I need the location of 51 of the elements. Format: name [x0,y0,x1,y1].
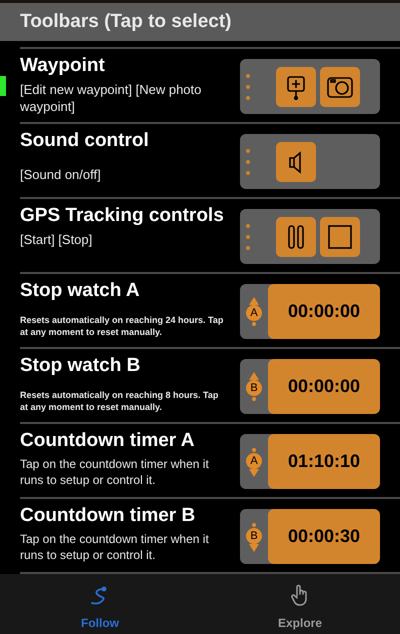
toolbar-row[interactable]: Countdown timer B Tap on the countdown timer when it runs to setup or control it. B 00:00:30 [20,497,400,572]
toolbar-row[interactable]: Countdown timer A Tap on the countdown timer when it runs to setup or control it. A 01:10:10 [20,422,400,497]
triangle-down-icon [249,468,259,476]
timer-display[interactable]: 01:10:10 [268,434,380,489]
toolbar-row[interactable]: Stop watch B Resets automatically on reaching 8 hours. Tap at any moment to reset manually. B 00:00:00 [20,347,400,422]
toolbar-row[interactable]: GPS Tracking controls [Start] [Stop] [20,197,400,272]
toolbar-description: Resets automatically on reaching 24 hours. Tap at any moment to reset manually. [20,314,224,338]
toolbar-button[interactable] [276,66,316,106]
toolbar-title: Stop watch B [20,354,142,378]
countdown-toolbar[interactable]: B 00:00:30 [240,509,380,564]
timer-display[interactable]: 00:00:00 [268,284,380,339]
stopwatch-toolbar[interactable]: A 00:00:00 [240,284,380,339]
toolbar-row[interactable]: Stop watch A Resets automatically on reaching 24 hours. Tap at any moment to reset manually. A 00:00:00 [20,272,400,347]
toolbar-title: Sound control [20,129,150,153]
button-toolbar[interactable] [240,59,380,114]
toolbar-button[interactable] [320,216,360,256]
button-toolbar[interactable] [240,209,380,264]
grip-icon [245,222,251,250]
toolbar-description: Tap on the countdown timer when it runs to setup or control it. [20,456,210,488]
timer-display[interactable]: 00:00:30 [268,509,380,564]
toolbar-title: Countdown timer A [20,429,196,453]
header-title: Toolbars (Tap to select) [20,10,232,34]
triangle-up-icon [249,296,259,304]
dot-icon [251,446,257,452]
toolbar-description: Tap on the countdown timer when it runs to setup or control it. [20,531,210,563]
grip-icon [245,72,251,100]
tab[interactable]: Follow [0,574,200,634]
toolbar-title: Waypoint [20,54,106,78]
toolbar-button[interactable] [320,66,360,106]
timer-display[interactable]: 00:00:00 [268,359,380,414]
dot-icon [251,320,257,326]
toolbar-title: Countdown timer B [20,504,196,528]
toolbar-description: [Edit new waypoint] [New photo waypoint] [20,81,202,115]
toolbar-description: [Sound on/off] [20,166,102,183]
hand-icon [290,584,310,606]
toolbar-description: Resets automatically on reaching 8 hours. Tap at any moment to reset manually. [20,389,220,413]
stopwatch-toolbar[interactable]: B 00:00:00 [240,359,380,414]
toolbar-title: Stop watch A [20,279,141,303]
dot-icon [251,522,257,528]
toolbar-button[interactable] [276,142,316,182]
dot-icon [251,396,257,402]
toolbar-row[interactable]: Sound control [Sound on/off] [20,122,400,197]
grip-icon [245,148,251,176]
countdown-toolbar[interactable]: A 01:10:10 [240,434,380,489]
tab[interactable]: Explore [200,574,400,634]
toolbar-title: GPS Tracking controls [20,204,225,228]
toolbar-button[interactable] [276,216,316,256]
triangle-up-icon [249,372,259,380]
triangle-down-icon [249,544,259,552]
toolbar-description: [Start] [Stop] [20,231,94,248]
toolbar-row[interactable]: Waypoint [Edit new waypoint] [New photo waypoint] [20,47,400,122]
